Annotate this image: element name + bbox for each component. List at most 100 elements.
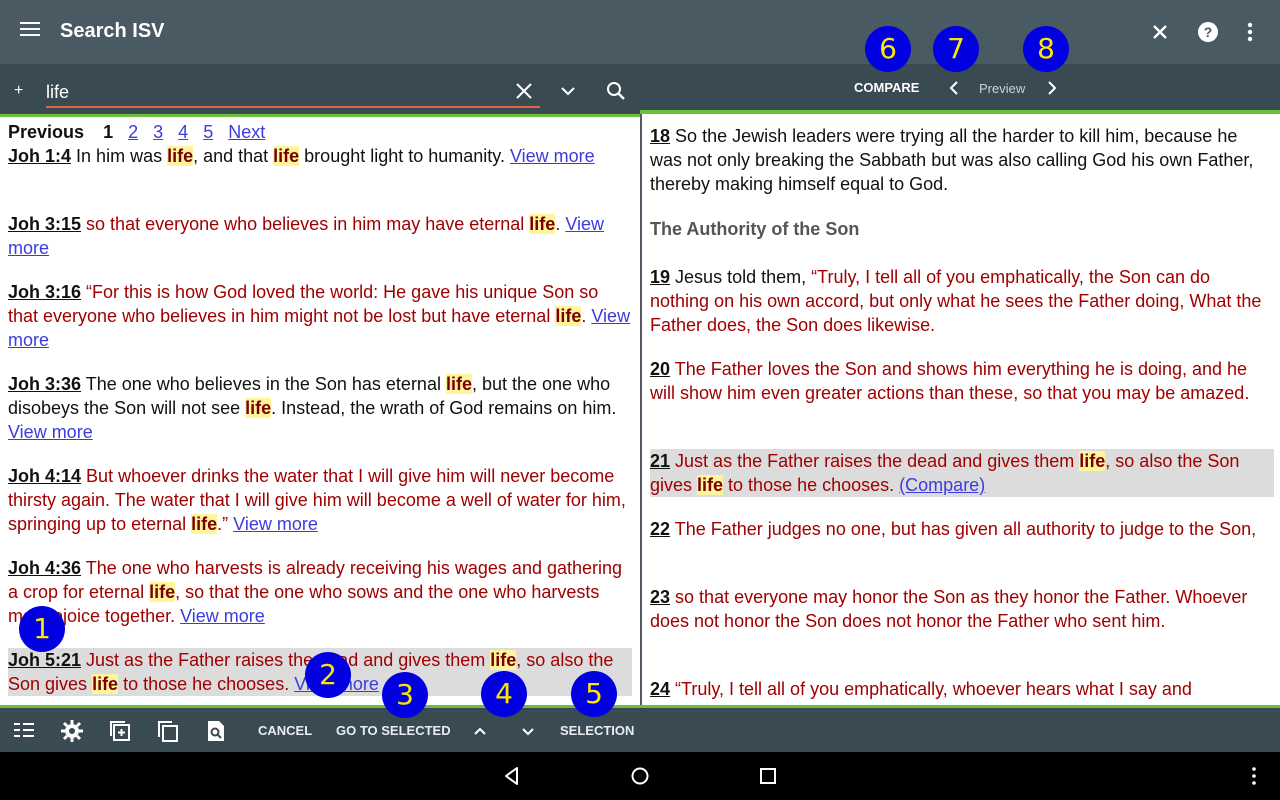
recents-icon[interactable] bbox=[756, 764, 780, 788]
result-reference[interactable]: Joh 4:36 bbox=[8, 558, 81, 578]
result-reference[interactable]: Joh 3:36 bbox=[8, 374, 81, 394]
search-result[interactable]: Joh 4:14 But whoever drinks the water th… bbox=[8, 464, 632, 536]
annotation-badge: 3 bbox=[382, 672, 428, 718]
page-link-5[interactable]: 5 bbox=[203, 122, 213, 142]
result-text: . bbox=[555, 214, 561, 234]
result-reference[interactable]: Joh 1:4 bbox=[8, 146, 71, 166]
highlighted-term: life bbox=[245, 398, 272, 418]
result-text: The one who believes in the Son has eter… bbox=[85, 374, 446, 394]
result-text: In him was bbox=[76, 146, 168, 166]
section-heading: The Authority of the Son bbox=[650, 219, 860, 239]
verse-number[interactable]: 19 bbox=[650, 267, 670, 287]
highlighted-term: life bbox=[1079, 451, 1106, 471]
search-result[interactable]: Joh 4:36 The one who harvests is already… bbox=[8, 556, 632, 628]
result-text: to those he chooses. bbox=[118, 674, 290, 694]
page-link-3[interactable]: 3 bbox=[153, 122, 163, 142]
result-text: . Instead, the wrath of God remains on h… bbox=[271, 398, 617, 418]
result-reference[interactable]: Joh 4:14 bbox=[8, 466, 81, 486]
search-result[interactable]: Joh 3:15 so that everyone who believes i… bbox=[8, 212, 632, 260]
verse[interactable]: 22 The Father judges no one, but has giv… bbox=[650, 517, 1274, 541]
result-text: . bbox=[581, 306, 587, 326]
highlighted-term: life bbox=[445, 374, 472, 394]
verse[interactable]: 20 The Father loves the Son and shows hi… bbox=[650, 357, 1274, 405]
page-link-4[interactable]: 4 bbox=[178, 122, 188, 142]
previous-page-label: Previous bbox=[8, 122, 85, 142]
search-result[interactable]: Joh 3:16 “For this is how God loved the … bbox=[8, 280, 632, 352]
view-more-link[interactable]: View more bbox=[233, 514, 318, 534]
verse-text: The Father judges no one, but has given … bbox=[674, 519, 1257, 539]
cancel-button[interactable]: CANCEL bbox=[258, 723, 312, 738]
annotation-badge: 4 bbox=[481, 671, 527, 717]
annotation-badge: 6 bbox=[865, 26, 911, 72]
view-more-link[interactable]: View more bbox=[180, 606, 265, 626]
result-reference[interactable]: Joh 3:15 bbox=[8, 214, 81, 234]
highlighted-term: life bbox=[167, 146, 194, 166]
highlighted-term: life bbox=[529, 214, 556, 234]
highlighted-term: life bbox=[697, 475, 724, 495]
verse-number[interactable]: 18 bbox=[650, 126, 670, 146]
verse[interactable]: 24 “Truly, I tell all of you emphaticall… bbox=[650, 677, 1274, 701]
select-all-icon[interactable] bbox=[11, 718, 37, 744]
app-bar: Search ISV ? bbox=[0, 0, 1280, 64]
search-result[interactable]: Joh 3:36 The one who believes in the Son… bbox=[8, 372, 632, 444]
search-icon[interactable] bbox=[601, 76, 631, 106]
verse-number[interactable]: 20 bbox=[650, 359, 670, 379]
menu-icon[interactable] bbox=[18, 18, 46, 46]
overflow-menu-icon[interactable] bbox=[1242, 764, 1266, 788]
verse[interactable]: 18 So the Jewish leaders were trying all… bbox=[650, 124, 1274, 196]
copy-icon[interactable] bbox=[155, 718, 181, 744]
selection-button[interactable]: SELECTION bbox=[560, 723, 634, 738]
chevron-up-icon[interactable] bbox=[467, 718, 493, 744]
annotation-badge: 1 bbox=[19, 606, 65, 652]
verse-text: to those he chooses. bbox=[723, 475, 900, 495]
home-icon[interactable] bbox=[628, 764, 652, 788]
system-navigation-bar bbox=[0, 752, 1280, 800]
highlighted-term: life bbox=[191, 514, 218, 534]
search-result[interactable]: Joh 1:4 In him was life, and that life b… bbox=[8, 144, 632, 168]
chapter-preview-pane: 18 So the Jewish leaders were trying all… bbox=[642, 114, 1280, 705]
go-to-selected-button[interactable]: GO TO SELECTED bbox=[336, 723, 451, 738]
help-icon[interactable]: ? bbox=[1192, 16, 1224, 48]
result-reference[interactable]: Joh 5:21 bbox=[8, 650, 81, 670]
highlighted-term: life bbox=[273, 146, 300, 166]
chevron-down-icon[interactable] bbox=[515, 718, 541, 744]
next-chapter-icon[interactable] bbox=[1040, 76, 1064, 100]
settings-gear-icon[interactable] bbox=[59, 718, 85, 744]
highlighted-term: life bbox=[555, 306, 582, 326]
result-text: Just as the Father raises the dead and g… bbox=[86, 650, 491, 670]
compare-link[interactable]: (Compare) bbox=[899, 475, 985, 495]
next-page-link[interactable]: Next bbox=[228, 122, 265, 142]
verse[interactable]: 19 Jesus told them, “Truly, I tell all o… bbox=[650, 265, 1274, 337]
overflow-menu-icon[interactable] bbox=[1234, 16, 1266, 48]
previous-chapter-icon[interactable] bbox=[942, 76, 966, 100]
result-text: .” bbox=[217, 514, 229, 534]
page-title: Search ISV bbox=[60, 20, 165, 42]
find-in-page-icon[interactable] bbox=[203, 718, 229, 744]
back-icon[interactable] bbox=[500, 764, 524, 788]
verse-number[interactable]: 21 bbox=[650, 451, 670, 471]
view-more-link[interactable]: View more bbox=[8, 422, 93, 442]
pagination: Previous 1 2 3 4 5 Next bbox=[8, 122, 265, 143]
verse-number[interactable]: 23 bbox=[650, 587, 670, 607]
close-icon[interactable] bbox=[1144, 16, 1176, 48]
view-more-link[interactable]: View more bbox=[510, 146, 595, 166]
verse-text: So the Jewish leaders were trying all th… bbox=[650, 126, 1254, 194]
compare-button[interactable]: COMPARE bbox=[854, 80, 919, 95]
search-input[interactable] bbox=[46, 78, 540, 108]
result-text: “For this is how God loved the world: He… bbox=[8, 282, 599, 326]
verse-number[interactable]: 22 bbox=[650, 519, 670, 539]
add-icon[interactable]: + bbox=[14, 82, 23, 100]
preview-label: Preview bbox=[979, 81, 1026, 96]
clear-search-icon[interactable] bbox=[509, 76, 539, 106]
chevron-down-icon[interactable] bbox=[553, 76, 583, 106]
verse-text: so that everyone may honor the Son as th… bbox=[650, 587, 1248, 631]
add-copy-icon[interactable] bbox=[107, 718, 133, 744]
verse[interactable]: 23 so that everyone may honor the Son as… bbox=[650, 585, 1274, 633]
verse-selected[interactable]: 21 Just as the Father raises the dead an… bbox=[650, 449, 1274, 497]
verse-number[interactable]: 24 bbox=[650, 679, 670, 699]
page-link-2[interactable]: 2 bbox=[128, 122, 138, 142]
verse-text: Jesus told them, bbox=[675, 267, 812, 287]
verse-text: The Father loves the Son and shows him e… bbox=[650, 359, 1250, 403]
annotation-badge: 8 bbox=[1023, 26, 1069, 72]
result-reference[interactable]: Joh 3:16 bbox=[8, 282, 81, 302]
